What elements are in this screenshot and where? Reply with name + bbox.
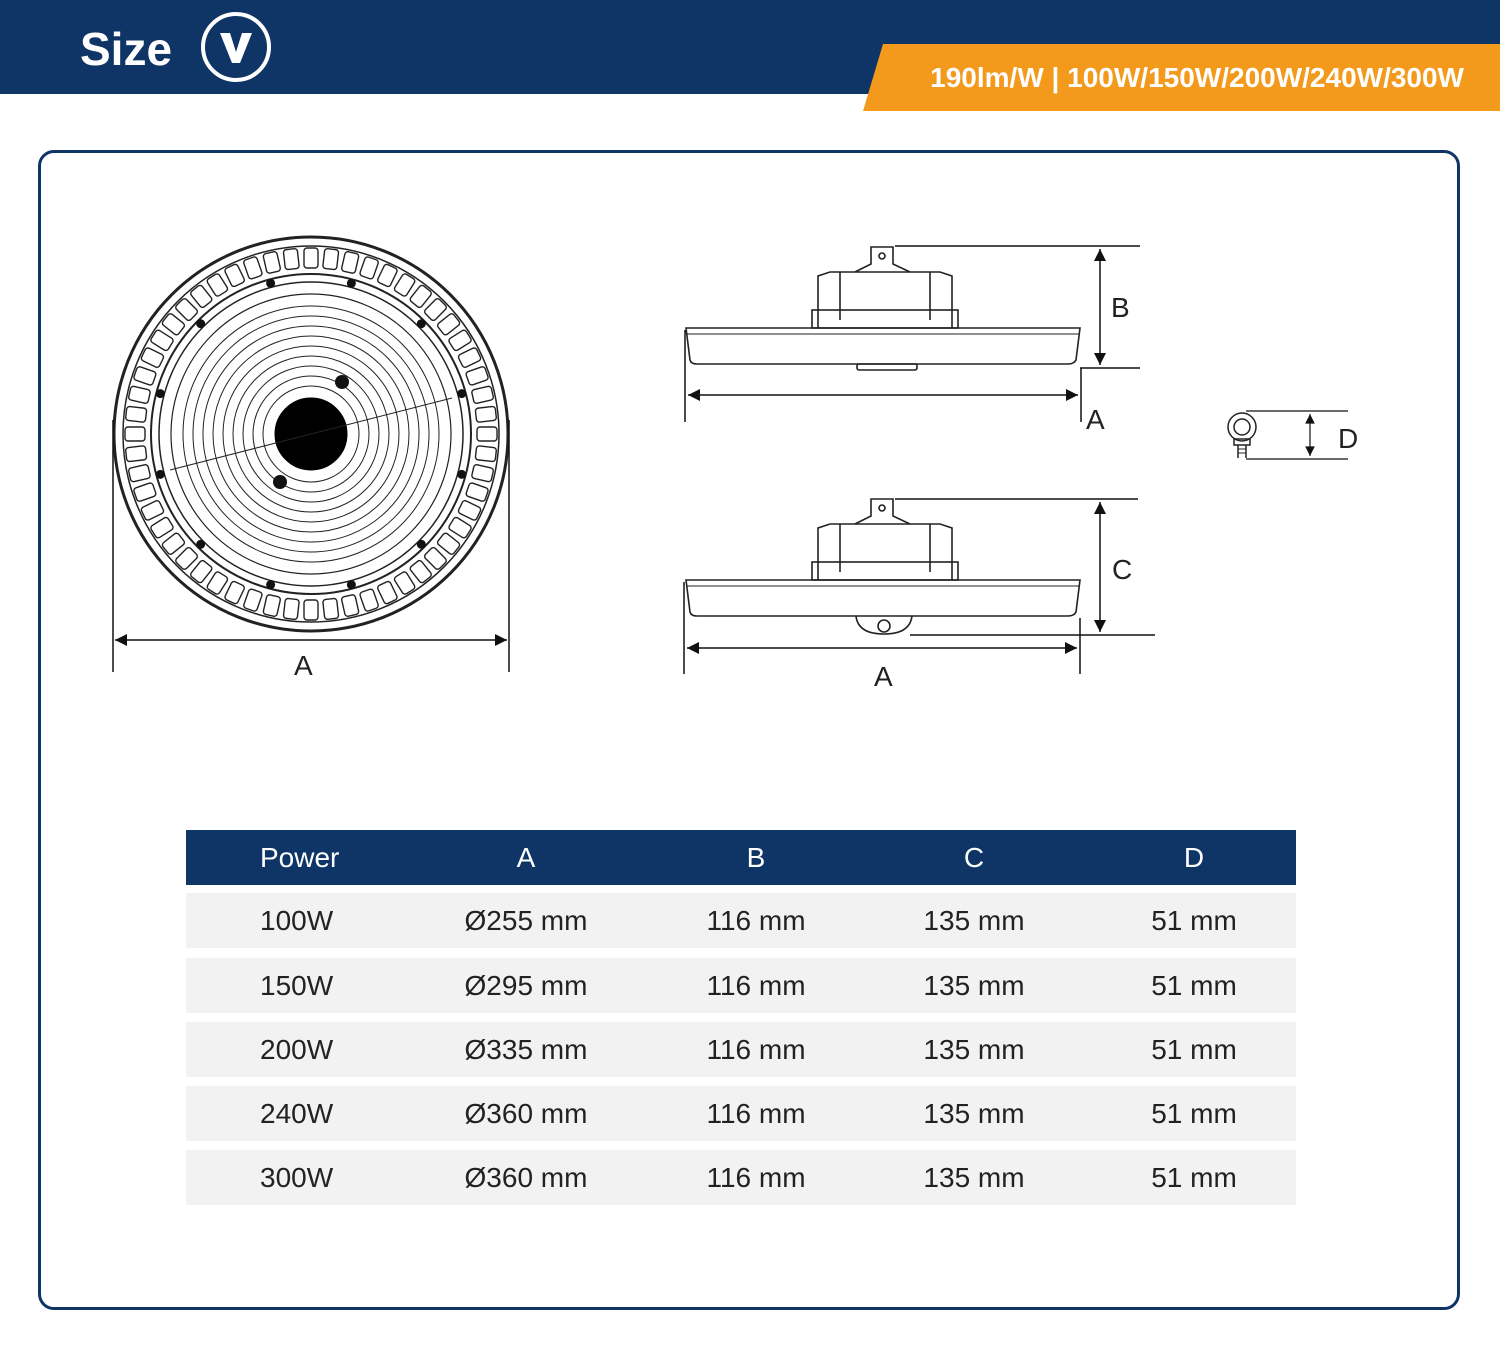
cell-b: 116 mm xyxy=(706,1162,806,1193)
cell-d: 51 mm xyxy=(1151,1034,1237,1065)
mounting-bolt xyxy=(346,278,356,288)
cell-c: 135 mm xyxy=(923,1098,1025,1129)
cell-power: 100W xyxy=(260,905,334,936)
cooling-fin xyxy=(224,580,245,605)
cell-c: 135 mm xyxy=(923,1034,1025,1065)
cell-power: 150W xyxy=(260,970,334,1001)
cooling-fin xyxy=(133,482,157,502)
mounting-bolt xyxy=(196,319,206,329)
cooling-fin xyxy=(476,426,498,442)
cell-d: 51 mm xyxy=(1151,970,1237,1001)
cooling-fin xyxy=(359,588,379,612)
cell-a: Ø360 mm xyxy=(464,1098,588,1129)
header-d: D xyxy=(1183,842,1205,873)
dimension-label-b: B xyxy=(1111,292,1130,323)
mounting-bolt xyxy=(416,539,426,549)
cell-b: 116 mm xyxy=(706,970,806,1001)
cell-b: 116 mm xyxy=(706,1034,806,1065)
mounting-bolt xyxy=(416,319,426,329)
cell-a: Ø360 mm xyxy=(464,1162,588,1193)
cooling-fin xyxy=(322,597,340,620)
cell-a: Ø335 mm xyxy=(464,1034,588,1065)
cooling-fin xyxy=(322,248,340,271)
mounting-bolt xyxy=(457,469,467,479)
dimension-label-a-bottom: A xyxy=(874,661,893,692)
cell-d: 51 mm xyxy=(1151,1162,1237,1193)
front-dimension-label: A xyxy=(294,650,313,681)
mounting-bolt xyxy=(155,469,165,479)
table-header-row: Power A B C D xyxy=(186,830,1296,885)
dimension-label-c: C xyxy=(1112,554,1133,585)
cooling-fin xyxy=(303,247,319,269)
cooling-fin xyxy=(303,599,319,621)
header-b: B xyxy=(746,842,766,873)
cooling-fin xyxy=(133,366,157,386)
cooling-fin xyxy=(127,464,151,483)
cooling-fin xyxy=(341,594,360,618)
cell-power: 240W xyxy=(260,1098,334,1129)
table-row: 240W Ø360 mm 116 mm 135 mm 51 mm xyxy=(186,1086,1296,1141)
cooling-fin xyxy=(243,588,263,612)
cooling-fin xyxy=(457,347,482,368)
cooling-fin xyxy=(471,464,495,483)
mounting-bolt xyxy=(266,278,276,288)
mounting-bolt xyxy=(196,539,206,549)
cooling-fin xyxy=(457,500,482,521)
table-row: 100W Ø255 mm 116 mm 135 mm 51 mm xyxy=(186,893,1296,948)
cell-c: 135 mm xyxy=(923,970,1025,1001)
cooling-fin xyxy=(471,385,495,404)
cooling-fin xyxy=(127,385,151,404)
side-view-bottom-diagram xyxy=(685,498,1081,635)
cell-power: 300W xyxy=(260,1162,334,1193)
cell-a: Ø255 mm xyxy=(464,905,588,936)
header-power: Power xyxy=(260,842,340,873)
cooling-fin xyxy=(341,250,360,274)
dimension-label-a-top: A xyxy=(1086,404,1105,435)
cooling-fin xyxy=(359,256,379,280)
side-view-top-diagram xyxy=(685,246,1081,371)
cooling-fin xyxy=(125,405,148,423)
technical-drawing xyxy=(112,235,1348,674)
dimension-label-d: D xyxy=(1338,423,1359,454)
mounting-bolt xyxy=(155,389,165,399)
cell-b: 116 mm xyxy=(706,905,806,936)
cell-c: 135 mm xyxy=(923,1162,1025,1193)
cooling-fin xyxy=(243,256,263,280)
cell-d: 51 mm xyxy=(1151,1098,1237,1129)
cell-a: Ø295 mm xyxy=(464,970,588,1001)
cooling-fin xyxy=(377,580,398,605)
table-row: 150W Ø295 mm 116 mm 135 mm 51 mm xyxy=(186,958,1296,1013)
mounting-bolt xyxy=(266,580,276,590)
cooling-fin xyxy=(282,248,300,271)
cell-c: 135 mm xyxy=(923,905,1025,936)
mounting-bolt xyxy=(346,580,356,590)
table-row: 200W Ø335 mm 116 mm 135 mm 51 mm xyxy=(186,1022,1296,1077)
cooling-fin xyxy=(282,597,300,620)
cooling-fin xyxy=(465,366,489,386)
cooling-fin xyxy=(474,445,497,463)
front-view-diagram xyxy=(112,235,510,633)
cooling-fin xyxy=(140,347,165,368)
cell-d: 51 mm xyxy=(1151,905,1237,936)
cooling-fin xyxy=(140,500,165,521)
header-c: C xyxy=(963,842,985,873)
cell-power: 200W xyxy=(260,1034,334,1065)
eyebolt-diagram xyxy=(1227,412,1257,458)
eyebolt-dimension-lines xyxy=(1246,410,1348,460)
cooling-fin xyxy=(262,594,281,618)
header-a: A xyxy=(516,842,536,873)
cooling-fin xyxy=(465,482,489,502)
cooling-fin xyxy=(224,263,245,288)
cooling-fin xyxy=(125,445,148,463)
cooling-fin xyxy=(124,426,146,442)
cell-b: 116 mm xyxy=(706,1098,806,1129)
mounting-bolt xyxy=(457,389,467,399)
table-row: 300W Ø360 mm 116 mm 135 mm 51 mm xyxy=(186,1150,1296,1205)
cooling-fin xyxy=(377,263,398,288)
cooling-fin xyxy=(474,405,497,423)
cooling-fin xyxy=(262,250,281,274)
